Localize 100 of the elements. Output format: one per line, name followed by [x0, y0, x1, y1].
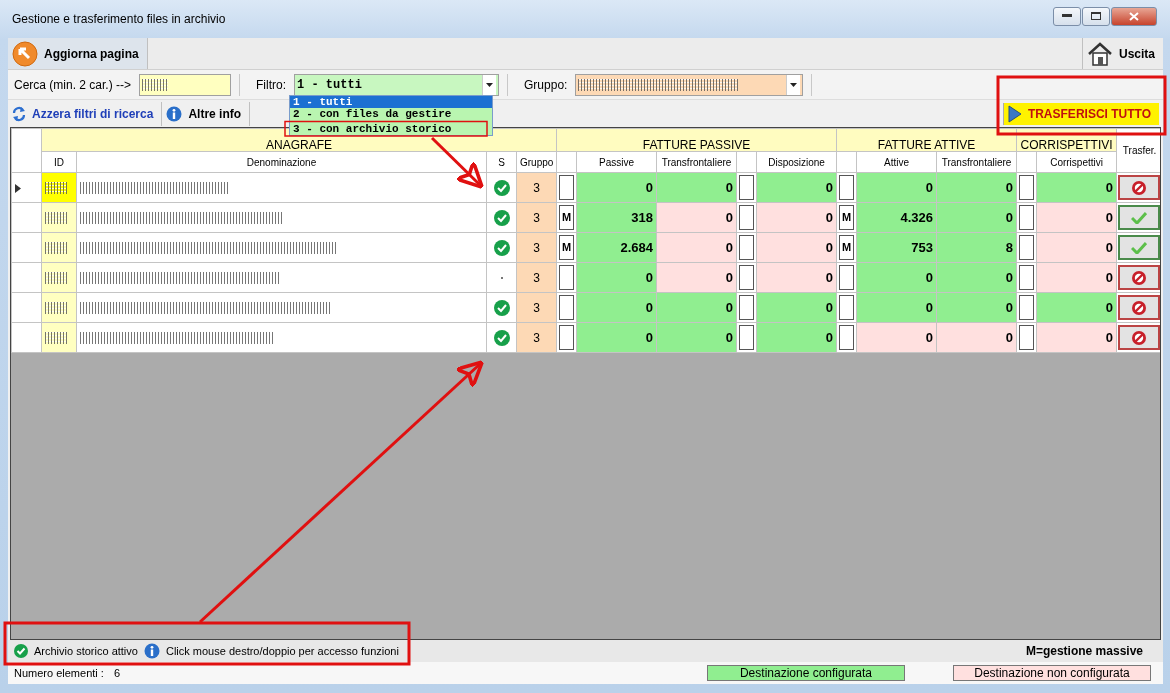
legend-note: M=gestione massive — [1025, 643, 1143, 660]
maximize-icon — [1091, 12, 1101, 20]
legend-key: Destinazione configurata — [707, 665, 905, 681]
mass-flag-field: M — [839, 205, 855, 230]
no-entry-icon — [1131, 329, 1148, 346]
close-button[interactable] — [1111, 6, 1157, 26]
value-cell: 0 — [1036, 202, 1117, 233]
mass-flag-field: M — [559, 235, 574, 260]
value-cell: 0 — [576, 262, 657, 293]
window-title: Gestione e trasferimento files in archivio — [12, 11, 226, 28]
value-cell: 0 — [1036, 172, 1117, 203]
close-icon — [1129, 11, 1139, 21]
minimize-icon — [1062, 14, 1072, 18]
value-cell: 753 — [856, 232, 937, 263]
value-cell: 0 — [576, 322, 657, 353]
no-entry-icon — [1131, 269, 1148, 286]
value-cell: 0 — [856, 292, 937, 323]
transfer-button[interactable] — [1118, 205, 1160, 230]
annotation-arrow — [430, 136, 484, 189]
tick-icon — [1131, 241, 1148, 254]
mass-flag-field — [839, 325, 855, 350]
legend-text: Click mouse destro/doppio per accesso funzioni — [165, 643, 399, 659]
info-icon — [166, 105, 183, 122]
redacted-text — [45, 241, 67, 254]
refresh-page-button[interactable]: Aggiorna pagina — [8, 38, 148, 69]
flag-field — [739, 175, 754, 200]
flag-field — [1019, 205, 1035, 230]
mass-flag-field: M — [839, 235, 855, 260]
flag-field — [739, 235, 754, 260]
flag-field — [1019, 175, 1035, 200]
group-dropdown[interactable] — [575, 73, 804, 96]
transfer-all-button[interactable]: TRASFERISCI TUTTO — [1002, 102, 1159, 125]
value-cell: 0 — [656, 292, 737, 323]
transfer-button[interactable] — [1118, 295, 1160, 320]
redacted-text — [142, 78, 169, 91]
value-cell: 0 — [936, 292, 1017, 323]
value-cell: 0 — [1036, 232, 1117, 263]
exit-button[interactable]: Uscita — [1081, 38, 1163, 69]
redacted-text — [45, 271, 67, 284]
value-cell: 0 — [936, 322, 1017, 353]
value-cell: 318 — [576, 202, 657, 233]
mass-flag-field — [559, 265, 574, 290]
value-cell: 0 — [1036, 262, 1117, 293]
redacted-text — [45, 331, 67, 344]
value-cell: 0 — [756, 202, 837, 233]
mass-flag-field — [559, 325, 574, 350]
caret-icon — [486, 82, 494, 87]
mass-flag-field — [559, 175, 574, 200]
value-cell: 2.684 — [576, 232, 657, 263]
more-info-button[interactable]: Altre info — [162, 101, 251, 126]
transfer-button[interactable] — [1118, 235, 1160, 260]
transfer-button[interactable] — [1118, 325, 1160, 350]
value-cell: 0 — [656, 232, 737, 263]
filter-option[interactable]: 2 - con files da gestire — [290, 108, 492, 120]
group-label: Gruppo: — [524, 76, 568, 94]
tick-icon — [1131, 211, 1148, 224]
transfer-button[interactable] — [1118, 175, 1160, 200]
value-cell: 0 — [656, 172, 737, 203]
no-entry-icon — [1131, 179, 1148, 196]
play-icon — [1007, 104, 1022, 123]
home-icon — [1086, 40, 1113, 67]
transfer-button[interactable] — [1118, 265, 1160, 290]
value-cell: 0 — [856, 322, 937, 353]
search-label: Cerca (min. 2 car.) --> — [14, 76, 132, 94]
info-icon — [143, 643, 160, 659]
mass-flag-field: M — [559, 205, 574, 230]
value-cell: 0 — [936, 202, 1017, 233]
value-cell: 0 — [576, 172, 657, 203]
flag-field — [739, 205, 754, 230]
value-cell: 0 — [756, 322, 837, 353]
legend-text: Archivio storico attivo — [34, 643, 138, 659]
flag-field — [1019, 265, 1035, 290]
value-cell: 8 — [936, 232, 1017, 263]
filter-dropdown[interactable]: 1 - tutti — [294, 73, 500, 96]
value-cell: 0 — [656, 322, 737, 353]
reset-filters-button[interactable]: Azzera filtri di ricerca — [8, 101, 163, 126]
legend-key: Destinazione non configurata — [953, 665, 1151, 681]
value-cell: 0 — [576, 292, 657, 323]
mass-flag-field — [559, 295, 574, 320]
maximize-button[interactable] — [1082, 6, 1110, 26]
value-cell: 0 — [656, 202, 737, 233]
flag-field — [739, 295, 754, 320]
value-cell: 0 — [756, 292, 837, 323]
column-group-header: FATTURE ATTIVE — [836, 128, 1017, 152]
mass-flag-field — [839, 265, 855, 290]
flag-field — [1019, 295, 1035, 320]
column-header[interactable]: Trasfer. — [1116, 128, 1160, 173]
flag-field — [1019, 235, 1035, 260]
value-cell: 0 — [656, 262, 737, 293]
redacted-text — [45, 301, 67, 314]
mass-flag-field — [839, 295, 855, 320]
count-value: 6 — [113, 665, 120, 681]
minimize-button[interactable] — [1053, 6, 1081, 26]
value-cell: 4.326 — [856, 202, 937, 233]
value-cell: 0 — [756, 172, 837, 203]
search-field[interactable] — [139, 73, 232, 96]
mass-flag-field — [839, 175, 855, 200]
value-cell: 0 — [856, 172, 937, 203]
filter-option[interactable]: 1 - tutti — [290, 96, 492, 108]
no-entry-icon — [1131, 299, 1148, 316]
